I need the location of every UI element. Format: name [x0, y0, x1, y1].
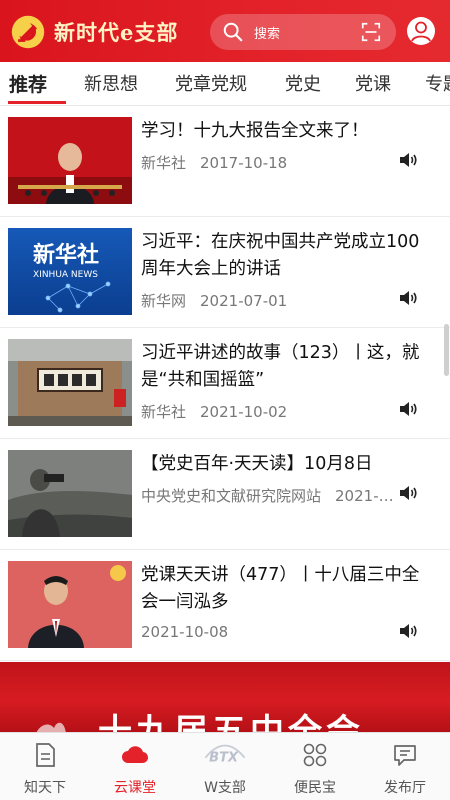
news-source: 中央党史和文献研究院网站 — [141, 487, 322, 505]
xinhua-logo-en: XINHUA NEWS — [33, 270, 98, 280]
news-item[interactable]: 学习！十九大报告全文来了！ 新华社 2017-10-18 — [0, 106, 450, 217]
message-icon — [394, 745, 416, 766]
nav-label: 知天下 — [24, 780, 66, 796]
app-title: 新时代e支部 — [54, 20, 179, 45]
btx-logo-icon: BTX — [204, 744, 246, 765]
tab-new-thought[interactable]: 新思想 — [84, 70, 138, 96]
user-avatar-icon[interactable] — [406, 16, 436, 46]
document-icon — [36, 743, 55, 767]
news-meta: 新华社 2017-10-18 — [141, 152, 403, 173]
app-logo: 新时代e支部 — [10, 12, 178, 52]
nav-label: 便民宝 — [294, 780, 336, 796]
news-item[interactable]: 新华社 XINHUA NEWS 习近平：在庆祝中国共产党成立100周年大会上的讲… — [0, 217, 450, 328]
news-thumbnail — [8, 561, 132, 648]
news-meta: 新华社 2021-10-02 — [141, 401, 403, 422]
news-thumbnail — [8, 117, 132, 204]
scan-icon[interactable] — [360, 21, 382, 43]
tab-party-history[interactable]: 党史 — [285, 70, 321, 96]
news-title[interactable]: 党课天天讲（477）丨十八届三中全会一闫泓多 — [141, 562, 431, 616]
nav-zhitianxia[interactable]: 知天下 — [0, 733, 90, 800]
nav-fabuting[interactable]: 发布厅 — [360, 733, 450, 800]
speaker-icon[interactable] — [398, 484, 418, 502]
news-date: 2021-10-08 — [335, 487, 403, 505]
search-placeholder: 搜索 — [254, 26, 281, 42]
tab-party-lessons[interactable]: 党课 — [355, 70, 391, 96]
news-title[interactable]: 【党史百年·天天读】10月8日 — [141, 451, 431, 478]
news-thumbnail — [8, 339, 132, 426]
news-date: 2021-07-01 — [200, 292, 288, 310]
promo-banner[interactable]: 十九届五中全会 — [0, 662, 450, 732]
news-source: 新华网 — [141, 292, 187, 310]
bottom-navigation: 知天下 云课堂 BTX W支部 便民宝 发布厅 — [0, 732, 450, 800]
nav-bianminbao[interactable]: 便民宝 — [270, 733, 360, 800]
search-icon — [223, 22, 243, 42]
news-meta: 中央党史和文献研究院网站 2021-10-08 — [141, 485, 403, 506]
nav-label: 云课堂 — [114, 780, 156, 796]
banner-emblem-icon — [36, 722, 66, 732]
news-source: 新华社 — [141, 154, 187, 172]
xinhua-logo-cn: 新华社 — [33, 242, 99, 268]
news-item[interactable]: 习近平讲述的故事（123）丨这，就是“共和国摇篮” 新华社 2021-10-02 — [0, 328, 450, 439]
nav-yunketang[interactable]: 云课堂 — [90, 733, 180, 800]
news-meta: 新华网 2021-07-01 — [141, 290, 403, 311]
news-list: 学习！十九大报告全文来了！ 新华社 2017-10-18 新华社 XINHUA N… — [0, 106, 450, 662]
news-date: 2021-10-08 — [141, 623, 229, 641]
grid-icon — [303, 743, 327, 767]
app-header: 新时代e支部 搜索 — [0, 0, 450, 62]
news-title[interactable]: 学习！十九大报告全文来了！ — [141, 118, 431, 145]
nav-w-branch[interactable]: BTX W支部 — [180, 733, 270, 800]
news-thumbnail: 新华社 XINHUA NEWS — [8, 228, 132, 315]
nav-label: W支部 — [204, 780, 246, 796]
news-item[interactable]: 党课天天讲（477）丨十八届三中全会一闫泓多 2021-10-08 — [0, 550, 450, 661]
news-item[interactable]: 【党史百年·天天读】10月8日 中央党史和文献研究院网站 2021-10-08 — [0, 439, 450, 550]
news-meta: 2021-10-08 — [141, 623, 403, 641]
tab-special-topics[interactable]: 专题 — [425, 70, 450, 96]
news-source: 新华社 — [141, 403, 187, 421]
tab-recommend[interactable]: 推荐 — [9, 70, 47, 97]
tab-party-rules[interactable]: 党章党规 — [175, 70, 247, 96]
svg-text:BTX: BTX — [209, 750, 239, 765]
speaker-icon[interactable] — [398, 289, 418, 307]
category-tabs: 推荐 新思想 党章党规 党史 党课 专题 — [0, 62, 450, 106]
speaker-icon[interactable] — [398, 400, 418, 418]
news-title[interactable]: 习近平讲述的故事（123）丨这，就是“共和国摇篮” — [141, 340, 431, 394]
list-scrollbar[interactable] — [444, 324, 449, 376]
news-thumbnail — [8, 450, 132, 537]
speaker-icon[interactable] — [398, 622, 418, 640]
cloud-icon — [122, 746, 149, 764]
speaker-icon[interactable] — [398, 151, 418, 169]
news-date: 2017-10-18 — [200, 154, 288, 172]
news-title[interactable]: 习近平：在庆祝中国共产党成立100周年大会上的讲话 — [141, 229, 431, 283]
party-emblem-icon — [11, 15, 45, 49]
banner-text: 十九届五中全会 — [98, 712, 364, 732]
active-tab-indicator — [8, 101, 66, 104]
nav-label: 发布厅 — [384, 780, 426, 796]
news-date: 2021-10-02 — [200, 403, 288, 421]
search-bar[interactable]: 搜索 — [210, 14, 396, 50]
